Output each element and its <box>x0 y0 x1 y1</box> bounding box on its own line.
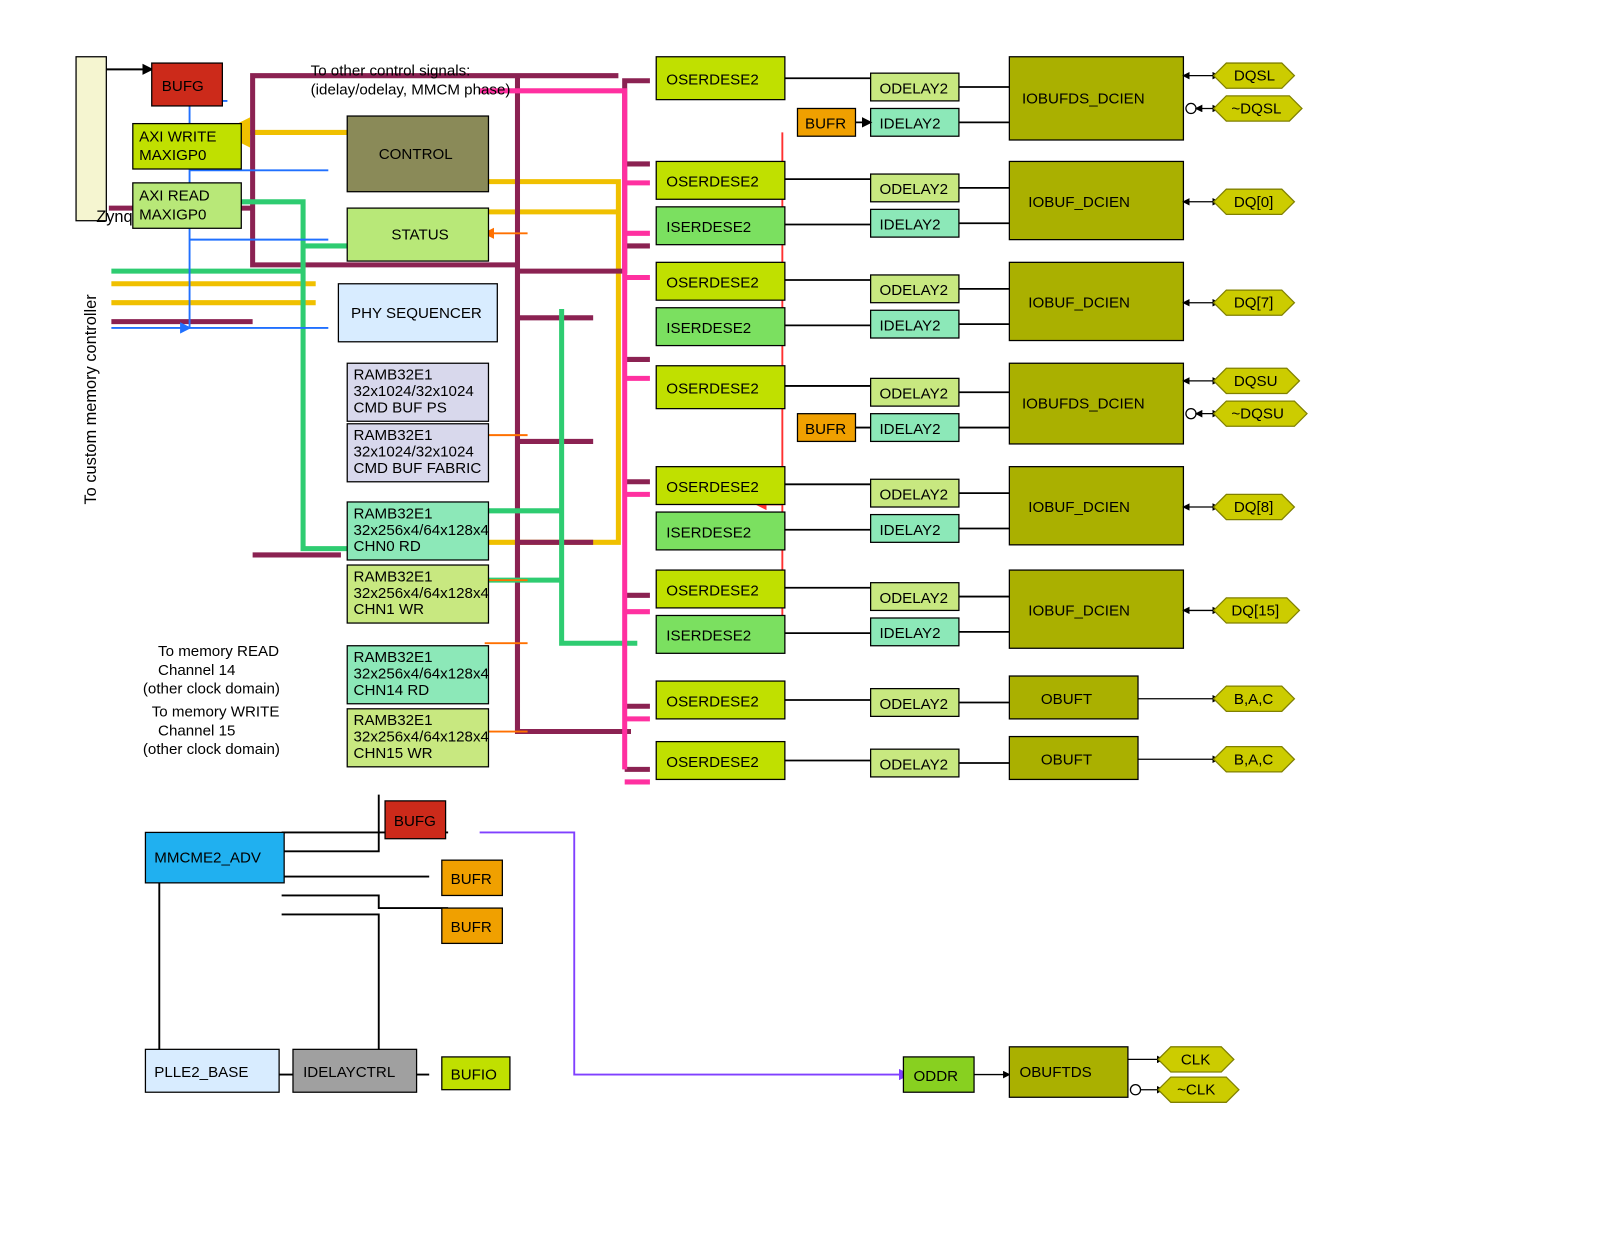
svg-text:DQSU: DQSU <box>1234 373 1278 390</box>
physeq-label: PHY SEQUENCER <box>351 305 482 322</box>
chn15-l3: CHN15 WR <box>354 745 433 762</box>
oserdese2-r3-label: OSERDESE2 <box>666 275 758 292</box>
ramb-ps-l3: CMD BUF PS <box>354 399 447 416</box>
chn14-l1: RAMB32E1 <box>354 649 433 666</box>
svg-text:~DQSL: ~DQSL <box>1231 101 1281 118</box>
bufr-b1-label: BUFR <box>451 871 492 888</box>
control-label: CONTROL <box>379 146 453 163</box>
odelay2-r4-label: ODELAY2 <box>879 386 948 403</box>
port-dq0-label: DQ[0] <box>1234 194 1274 211</box>
note-sig1: To other control signals: <box>311 63 471 80</box>
port-dq7-label: DQ[7] <box>1234 295 1274 312</box>
odelay2-r5-label: ODELAY2 <box>879 486 948 503</box>
chn0-l3: CHN0 RD <box>354 538 421 555</box>
oserdese2-r4-label: OSERDESE2 <box>666 381 758 398</box>
iobufds-r1-label: IOBUFDS_DCIEN <box>1022 90 1145 107</box>
svg-text:~DQSU: ~DQSU <box>1231 406 1284 423</box>
bridge-bar <box>76 57 106 221</box>
ramb-ps-l1: RAMB32E1 <box>354 367 433 384</box>
mmcm-label: MMCME2_ADV <box>154 850 262 867</box>
idelay2-r1-label: IDELAY2 <box>879 116 940 133</box>
odelay2-r8-label: ODELAY2 <box>879 756 948 773</box>
oserdese2-r8-label: OSERDESE2 <box>666 754 758 771</box>
iobuf-r3-label: IOBUF_DCIEN <box>1028 295 1130 312</box>
svg-text:DQSL: DQSL <box>1234 68 1275 85</box>
status-label: STATUS <box>391 227 448 244</box>
note-sig2: (idelay/odelay, MMCM phase) <box>311 82 511 99</box>
oserdese2-r5-label: OSERDESE2 <box>666 479 758 496</box>
port-dq8-label: DQ[8] <box>1234 499 1274 516</box>
odelay2-r1-label: ODELAY2 <box>879 80 948 97</box>
ramb-fab-l2: 32x1024/32x1024 <box>354 444 474 461</box>
port-clk: CLK ~CLK <box>1128 1047 1239 1102</box>
wire-purple <box>480 832 909 1074</box>
note-wr2: Channel 15 <box>158 722 235 739</box>
ramb-ps-l2: 32x1024/32x1024 <box>354 383 474 400</box>
oserdese2-r6-label: OSERDESE2 <box>666 582 758 599</box>
oserdese2-r1-label: OSERDESE2 <box>666 72 758 89</box>
chn1-l3: CHN1 WR <box>354 601 425 618</box>
svg-text:CLK: CLK <box>1181 1051 1210 1068</box>
axi-read-l1: AXI READ <box>139 188 210 205</box>
idelay2-r6-label: IDELAY2 <box>879 625 940 642</box>
chn15-l2: 32x256x4/64x128x4 <box>354 729 489 746</box>
port-dqsu: DQSU ~DQSU <box>1183 368 1307 426</box>
odelay2-r2-label: ODELAY2 <box>879 181 948 198</box>
odelay2-r6-label: ODELAY2 <box>879 590 948 607</box>
bufg-2-label: BUFG <box>394 813 436 830</box>
axi-write-l2: MAXIGP0 <box>139 147 206 164</box>
note-wr1: To memory WRITE <box>152 703 280 720</box>
chn0-l1: RAMB32E1 <box>354 505 433 522</box>
note-wr3: (other clock domain) <box>143 741 280 758</box>
idelay2-r3-label: IDELAY2 <box>879 317 940 334</box>
oserdese2-r7-label: OSERDESE2 <box>666 693 758 710</box>
chn0-l2: 32x256x4/64x128x4 <box>354 522 489 539</box>
chn1-l1: RAMB32E1 <box>354 568 433 585</box>
port-bac1-label: B,A,C <box>1234 691 1274 708</box>
bufg-1-label: BUFG <box>162 78 204 95</box>
bufio-label: BUFIO <box>451 1067 497 1084</box>
obuft-r7-label: OBUFT <box>1041 691 1092 708</box>
iserdese2-r2-label: ISERDESE2 <box>666 219 751 236</box>
iserdese2-r6-label: ISERDESE2 <box>666 628 751 645</box>
wire-magenta <box>480 91 650 782</box>
iobuf-r2-label: IOBUF_DCIEN <box>1028 194 1130 211</box>
odelay2-r3-label: ODELAY2 <box>879 282 948 299</box>
port-bac2-label: B,A,C <box>1234 751 1274 768</box>
memctrl-label: To custom memory controller <box>82 294 100 505</box>
idelay2-r2-label: IDELAY2 <box>879 217 940 234</box>
wire-yellow2 <box>111 284 315 303</box>
obuftds-label: OBUFTDS <box>1019 1064 1091 1081</box>
iserdese2-r3-label: ISERDESE2 <box>666 320 751 337</box>
idelay2-r4-label: IDELAY2 <box>879 421 940 438</box>
port-dqsl: DQSL ~DQSL <box>1183 63 1302 121</box>
iserdese2-r5-label: ISERDESE2 <box>666 524 751 541</box>
iobuf-r5-label: IOBUF_DCIEN <box>1028 499 1130 516</box>
idelay2-r5-label: IDELAY2 <box>879 522 940 539</box>
bufr-r1-label: BUFR <box>805 116 846 133</box>
chn15-l1: RAMB32E1 <box>354 712 433 729</box>
chn1-l2: 32x256x4/64x128x4 <box>354 585 489 602</box>
note-rd1: To memory READ <box>158 643 279 660</box>
idelayctrl-label: IDELAYCTRL <box>303 1064 395 1081</box>
ramb-fab-l3: CMD BUF FABRIC <box>354 460 482 477</box>
note-rd2: Channel 14 <box>158 662 235 679</box>
ramb-fab-l1: RAMB32E1 <box>354 427 433 444</box>
oserdese2-r2-label: OSERDESE2 <box>666 174 758 191</box>
oddr-label: ODDR <box>914 1068 959 1085</box>
port-dq15-label: DQ[15] <box>1231 602 1279 619</box>
odelay2-r7-label: ODELAY2 <box>879 696 948 713</box>
axi-read-l2: MAXIGP0 <box>139 206 206 223</box>
plle2-label: PLLE2_BASE <box>154 1064 248 1081</box>
obuft-r8-label: OBUFT <box>1041 751 1092 768</box>
svg-text:~CLK: ~CLK <box>1177 1082 1215 1099</box>
chn14-l3: CHN14 RD <box>354 682 430 699</box>
iobuf-r6-label: IOBUF_DCIEN <box>1028 602 1130 619</box>
bufr-b2-label: BUFR <box>451 919 492 936</box>
bufr-r4-label: BUFR <box>805 421 846 438</box>
note-rd3: (other clock domain) <box>143 681 280 698</box>
axi-write-l1: AXI WRITE <box>139 128 216 145</box>
iobufds-r4-label: IOBUFDS_DCIEN <box>1022 396 1145 413</box>
chn14-l2: 32x256x4/64x128x4 <box>354 666 489 683</box>
